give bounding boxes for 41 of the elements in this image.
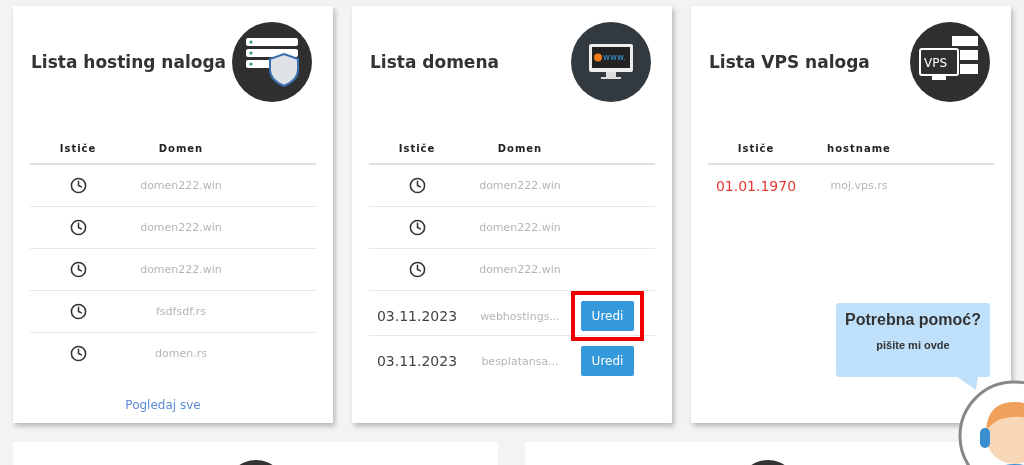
clock-icon <box>69 303 87 320</box>
clock-icon <box>69 261 87 278</box>
domain-name: domen222.win <box>140 221 222 234</box>
clock-icon <box>69 219 87 236</box>
help-title: Potrebna pomoć? <box>845 311 981 329</box>
view-all-link[interactable]: Pogledaj sve <box>125 398 201 412</box>
clock-icon <box>69 177 87 194</box>
clock-icon <box>408 261 426 278</box>
bubble-tail-icon <box>956 376 978 390</box>
expiry-date: 01.01.1970 <box>715 177 797 194</box>
column-header: Ističe <box>398 142 436 154</box>
clock-icon <box>408 219 426 236</box>
help-bubble[interactable]: Potrebna pomoć? pišite mi ovde <box>836 303 990 377</box>
server-shield-icon <box>232 22 312 102</box>
domain-name: domen222.win <box>479 179 561 192</box>
domain-name: fsdfsdf.rs <box>156 305 206 318</box>
domain-name: domen222.win <box>140 263 222 276</box>
domain-name: webhostings... <box>480 309 560 323</box>
domain-name: domen222.win <box>479 263 561 276</box>
column-header: hostname <box>827 142 891 154</box>
expiry-date: 03.11.2023 <box>376 308 458 324</box>
monitor-www-icon: www. <box>571 22 651 102</box>
clock-icon <box>69 345 87 362</box>
clock-icon <box>408 177 426 194</box>
domain-name: moj.vps.rs <box>830 179 888 192</box>
domain-name: domen222.win <box>140 179 222 192</box>
edit-button[interactable]: Uredi <box>581 346 634 376</box>
column-header: Domen <box>158 142 204 154</box>
domain-name: domen.rs <box>155 347 207 360</box>
column-header: Domen <box>497 142 543 154</box>
edit-button[interactable]: Uredi <box>581 301 634 331</box>
card-title: Lista VPS naloga <box>709 52 870 72</box>
column-header: Ističe <box>737 142 775 154</box>
expiry-date: 03.11.2023 <box>376 353 458 369</box>
domain-name: besplatansa... <box>481 354 559 368</box>
vps-server-icon: VPS <box>910 22 990 102</box>
card-title: Lista domena <box>370 52 499 72</box>
domain-name: domen222.win <box>479 221 561 234</box>
column-header: Ističe <box>59 142 97 154</box>
help-subtitle: pišite mi ovde <box>876 339 950 351</box>
card-title: Lista hosting naloga <box>31 52 227 72</box>
